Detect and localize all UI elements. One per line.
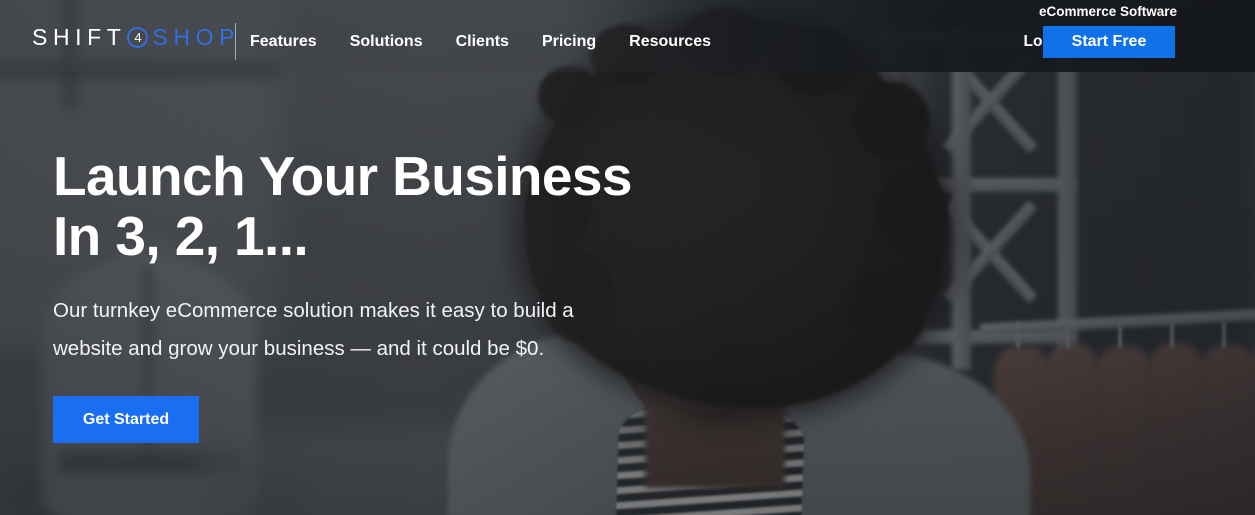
site-logo[interactable]: SHIFT 4 SHOP bbox=[32, 26, 240, 49]
logo-text-shop: SHOP bbox=[152, 24, 241, 50]
nav-item-resources[interactable]: Resources bbox=[629, 31, 711, 52]
start-free-button[interactable]: Start Free bbox=[1043, 26, 1175, 58]
hero-headline-line1: Launch Your Business bbox=[53, 145, 632, 207]
hero-section: SHIFT 4 SHOP Features Solutions Clients … bbox=[0, 0, 1255, 515]
logo-four-badge-icon: 4 bbox=[127, 27, 149, 48]
nav-item-pricing[interactable]: Pricing bbox=[542, 31, 596, 52]
nav-item-features[interactable]: Features bbox=[250, 31, 317, 52]
logo-text-shift: SHIFT bbox=[32, 24, 127, 50]
get-started-button[interactable]: Get Started bbox=[53, 396, 199, 443]
header-tagline: eCommerce Software bbox=[1038, 4, 1177, 19]
nav-item-solutions[interactable]: Solutions bbox=[350, 31, 423, 52]
main-navigation: Features Solutions Clients Pricing Resou… bbox=[250, 31, 711, 52]
hero-content: Launch Your Business In 3, 2, 1... Our t… bbox=[53, 146, 632, 443]
site-header: SHIFT 4 SHOP Features Solutions Clients … bbox=[0, 0, 1255, 72]
hero-subheading: Our turnkey eCommerce solution makes it … bbox=[53, 299, 574, 360]
header-divider bbox=[235, 23, 236, 60]
hero-headline-line2: In 3, 2, 1... bbox=[53, 205, 309, 267]
nav-item-clients[interactable]: Clients bbox=[456, 31, 509, 52]
